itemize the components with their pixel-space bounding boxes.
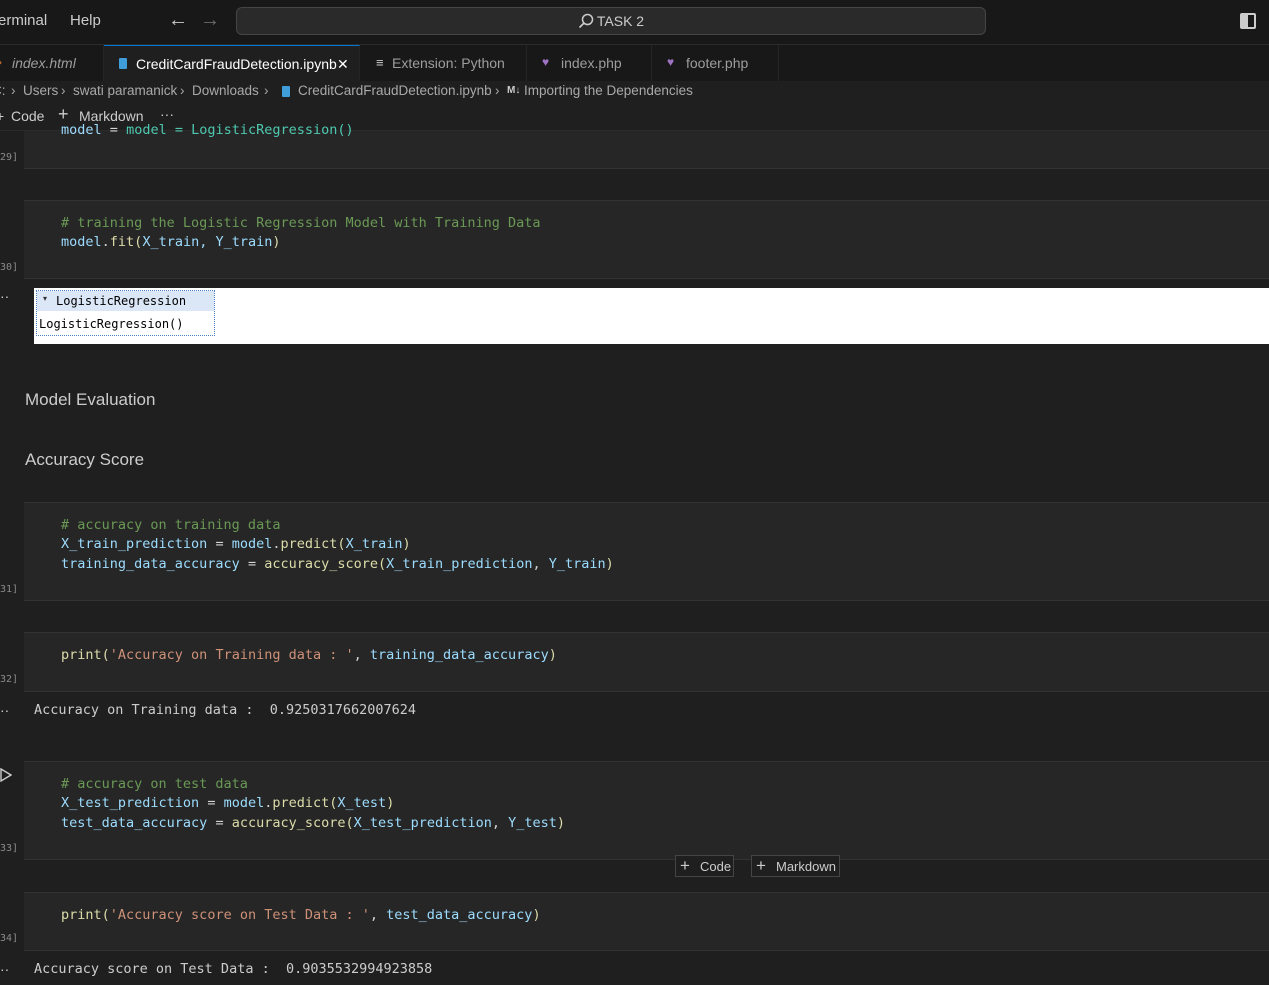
code-cell-33[interactable]: # accuracy on test data X_test_predictio…	[24, 761, 1269, 860]
search-icon	[578, 13, 594, 29]
chevron-right-icon: ›	[495, 83, 500, 98]
execution-count: 32]	[0, 674, 19, 685]
php-file-icon: ♥	[667, 55, 675, 69]
search-text: TASK 2	[596, 13, 645, 29]
tab-label: index.html	[12, 55, 76, 71]
breadcrumb-section[interactable]: Importing the Dependencies	[524, 83, 693, 98]
close-icon[interactable]: ✕	[337, 56, 349, 73]
insert-code-cell-button[interactable]: + Code	[675, 855, 734, 877]
execution-count: 30]	[0, 262, 19, 273]
run-cell-icon[interactable]	[0, 768, 12, 782]
back-arrow-icon[interactable]: ←	[168, 9, 188, 32]
tab-extension-python[interactable]: ≡ Extension: Python	[360, 45, 527, 81]
breadcrumb-root[interactable]: C:	[0, 83, 6, 98]
code-cell-34[interactable]: print('Accuracy score on Test Data : ', …	[24, 892, 1269, 951]
menu-terminal[interactable]: erminal	[0, 12, 47, 29]
code-text: model = LogisticRegression()	[126, 122, 354, 138]
add-code-cell-button[interactable]: Code	[11, 108, 44, 124]
breadcrumb-file[interactable]: CreditCardFraudDetection.ipynb	[298, 83, 492, 98]
output-more-icon[interactable]: ··	[0, 288, 9, 304]
output-more-icon[interactable]: ··	[0, 702, 9, 718]
code-line: model = model = LogisticRegression()	[61, 122, 354, 138]
menu-help[interactable]: Help	[70, 12, 101, 29]
command-center-search[interactable]: TASK 2	[236, 7, 986, 35]
tab-label: index.php	[561, 55, 622, 71]
forward-arrow-icon[interactable]: →	[200, 9, 220, 32]
execution-count: 33]	[0, 843, 19, 854]
tab-label: footer.php	[686, 55, 749, 71]
execution-count: 29]	[0, 152, 19, 163]
notebook-icon	[282, 86, 290, 97]
php-file-icon: ♥	[542, 55, 550, 69]
estimator-header[interactable]: ▾ LogisticRegression	[37, 291, 214, 311]
code-comment: # accuracy on training data	[61, 517, 281, 533]
chevron-right-icon: ›	[11, 83, 16, 98]
code-line: print('Accuracy on Training data : ', tr…	[61, 647, 557, 663]
insert-markdown-cell-button[interactable]: + Markdown	[751, 855, 840, 877]
code-cell-29[interactable]: model = model = LogisticRegression()	[24, 122, 1269, 169]
code-cell-31[interactable]: # accuracy on training data X_train_pred…	[24, 502, 1269, 601]
breadcrumb: C: › Users › swati paramanick › Download…	[0, 81, 1269, 103]
code-comment: # accuracy on test data	[61, 776, 248, 792]
plus-icon: +	[680, 856, 690, 875]
insert-code-label: Code	[700, 859, 732, 874]
title-bar: erminal Help ← → TASK 2	[0, 0, 1269, 45]
execution-count: 31]	[0, 584, 19, 595]
chevron-right-icon: ›	[61, 83, 66, 98]
plus-icon: +	[0, 108, 5, 124]
tab-label: CreditCardFraudDetection.ipynb	[136, 56, 337, 72]
chevron-right-icon: ›	[0, 55, 2, 69]
chevron-right-icon: ›	[264, 83, 269, 98]
code-line: X_train_prediction = model.predict(X_tra…	[61, 536, 411, 552]
cell-output-html: ▾ LogisticRegression LogisticRegression(…	[34, 288, 1269, 344]
estimator-box[interactable]: ▾ LogisticRegression LogisticRegression(…	[36, 290, 215, 336]
toggle-triangle-icon: ▾	[43, 294, 48, 303]
chevron-right-icon: ›	[180, 83, 185, 98]
execution-count: 34]	[0, 933, 19, 944]
notebook-icon	[119, 58, 127, 69]
breadcrumb-user[interactable]: swati paramanick	[73, 83, 177, 98]
code-cell-32[interactable]: print('Accuracy on Training data : ', tr…	[24, 632, 1269, 692]
tab-label: Extension: Python	[392, 55, 505, 71]
code-line: print('Accuracy score on Test Data : ', …	[61, 907, 541, 923]
code-line: training_data_accuracy = accuracy_score(…	[61, 556, 614, 572]
code-comment: # training the Logistic Regression Model…	[61, 215, 541, 231]
estimator-body: LogisticRegression()	[39, 317, 184, 331]
search-label: TASK 2	[237, 13, 985, 29]
output-more-icon[interactable]: ··	[0, 961, 9, 977]
cell-output-text: Accuracy score on Test Data : 0.90355329…	[34, 961, 433, 977]
tab-footer-php[interactable]: ♥ footer.php	[652, 45, 779, 81]
cell-output-text: Accuracy on Training data : 0.9250317662…	[34, 702, 417, 718]
breadcrumb-downloads[interactable]: Downloads	[192, 83, 259, 98]
markdown-heading-model-evaluation: Model Evaluation	[25, 390, 156, 409]
tab-index-php[interactable]: ♥ index.php	[527, 45, 652, 81]
tab-credit-card-notebook[interactable]: CreditCardFraudDetection.ipynb ✕	[104, 45, 360, 81]
toggle-sidebar-icon[interactable]	[1240, 13, 1256, 29]
editor-tab-bar: › index.html CreditCardFraudDetection.ip…	[0, 45, 1269, 81]
markdown-heading-accuracy-score: Accuracy Score	[25, 450, 145, 469]
plus-icon: +	[756, 856, 766, 875]
breadcrumb-users[interactable]: Users	[23, 83, 58, 98]
markdown-icon: M↓	[507, 85, 521, 96]
estimator-title: LogisticRegression	[56, 294, 187, 308]
tab-index-html[interactable]: › index.html	[0, 45, 104, 81]
code-cell-30[interactable]: # training the Logistic Regression Model…	[24, 200, 1269, 279]
insert-markdown-label: Markdown	[776, 859, 836, 874]
code-line: X_test_prediction = model.predict(X_test…	[61, 795, 395, 811]
more-actions-icon[interactable]: ···	[160, 106, 174, 122]
extension-icon: ≡	[376, 55, 384, 70]
code-line: model.fit(X_train, Y_train)	[61, 234, 281, 250]
code-line: test_data_accuracy = accuracy_score(X_te…	[61, 815, 566, 831]
